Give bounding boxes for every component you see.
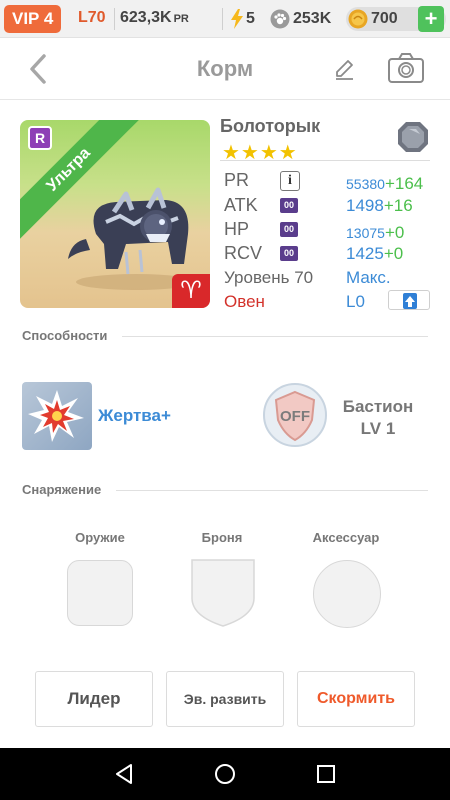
zodiac-sign-label: Овен (224, 292, 265, 311)
stat-label: PR (224, 170, 250, 190)
top-status-bar: VIP 4 L70 623,3K PR 5 253K 700 + (0, 0, 450, 38)
player-power-unit: PR (173, 13, 189, 25)
divider (220, 160, 430, 161)
zodiac-level-value: L0 (346, 292, 365, 311)
nav-recents-icon[interactable] (314, 762, 338, 786)
accessory-slot[interactable] (313, 560, 381, 628)
player-level: L70 (78, 9, 106, 26)
food-value: 253K (293, 10, 332, 27)
player-power-value: 623,3K (120, 9, 172, 26)
coin-value: 700 (371, 10, 398, 27)
nav-back-icon[interactable] (112, 762, 136, 786)
equipment-header: Снаряжение (22, 482, 102, 497)
divider (116, 490, 428, 491)
zodiac-aries-icon: ♈ (172, 274, 210, 308)
stat-base: 1425 (346, 244, 384, 263)
explosion-icon (28, 390, 84, 442)
abilities-header: Способности (22, 328, 108, 343)
stat-bonus: +164 (384, 174, 424, 193)
stat-value: 1498+16 (346, 196, 413, 216)
stat-badge: 00 (280, 198, 298, 213)
divider (114, 8, 115, 30)
off-label: OFF (280, 408, 310, 425)
rank-badge: R (28, 126, 52, 150)
stat-badge: 00 (280, 222, 298, 237)
stat-base: 55380 (346, 176, 385, 192)
monster-name: Болоторык (220, 116, 321, 136)
level-value: Макс. (346, 268, 391, 287)
stat-value: 1425+0 (346, 244, 403, 264)
divider (122, 336, 428, 337)
player-power: 623,3K PR (120, 9, 189, 27)
pencil-icon[interactable] (332, 56, 358, 82)
accessory-label: Аксессуар (312, 530, 380, 545)
stat-row-rcv: RCV 00 1425+0 (224, 243, 434, 267)
add-currency-button[interactable]: + (418, 6, 444, 32)
vip-badge[interactable]: VIP 4 (4, 5, 62, 33)
nav-home-icon[interactable] (213, 762, 237, 786)
element-gem-icon[interactable] (396, 120, 430, 154)
stat-label: RCV (224, 243, 263, 263)
passive-skill-level: LV 1 (360, 419, 396, 438)
passive-skill-name: Бастион (342, 397, 414, 416)
active-skill-name[interactable]: Жертва+ (98, 406, 171, 426)
leader-button[interactable]: Лидер (35, 671, 153, 727)
stat-bonus: +0 (383, 244, 404, 263)
page-header: Корм (0, 38, 450, 100)
system-navigation-bar (0, 748, 450, 800)
stat-bonus: +0 (384, 223, 405, 242)
evolve-button[interactable]: Эв. развить (166, 671, 284, 727)
upgrade-button[interactable] (388, 290, 430, 310)
lightning-icon (231, 9, 243, 29)
energy-counter[interactable]: 5 (230, 9, 255, 29)
energy-value: 5 (246, 10, 255, 27)
monster-portrait[interactable]: R Ультра ♈ (20, 120, 210, 308)
camera-icon[interactable] (387, 52, 425, 84)
stat-label: ATK (224, 195, 258, 215)
stat-row-atk: ATK 00 1498+16 (224, 195, 434, 219)
passive-skill-icon[interactable]: OFF (262, 382, 328, 448)
arrow-up-icon (403, 293, 417, 309)
paw-icon (270, 9, 290, 29)
stat-base: 13075 (346, 225, 385, 241)
stat-value: 13075+0 (346, 223, 404, 243)
food-counter[interactable]: 253K (270, 9, 331, 29)
stat-label: HP (224, 219, 250, 239)
stat-row-pr: PR i 55380+164 (224, 170, 434, 194)
armor-label: Броня (201, 530, 243, 545)
stat-base: 1498 (346, 196, 384, 215)
armor-slot[interactable] (190, 558, 256, 628)
coin-icon (348, 9, 368, 29)
weapon-label: Оружие (75, 530, 125, 545)
star-rating: ★★★★ (222, 142, 298, 164)
skill-icon[interactable] (22, 382, 92, 450)
stat-bonus: +16 (383, 196, 413, 215)
divider (222, 8, 223, 30)
weapon-slot[interactable] (67, 560, 133, 626)
level-label: Уровень 70 (224, 268, 314, 287)
info-icon[interactable]: i (280, 171, 300, 191)
page-title: Корм (196, 56, 254, 81)
stat-badge: 00 (280, 246, 298, 261)
passive-skill: Бастион LV 1 (330, 396, 426, 440)
shield-off-icon: OFF (263, 383, 327, 447)
feed-button[interactable]: Скормить (297, 671, 415, 727)
stat-value: 55380+164 (346, 174, 423, 194)
stat-row-hp: HP 00 13075+0 (224, 219, 434, 243)
